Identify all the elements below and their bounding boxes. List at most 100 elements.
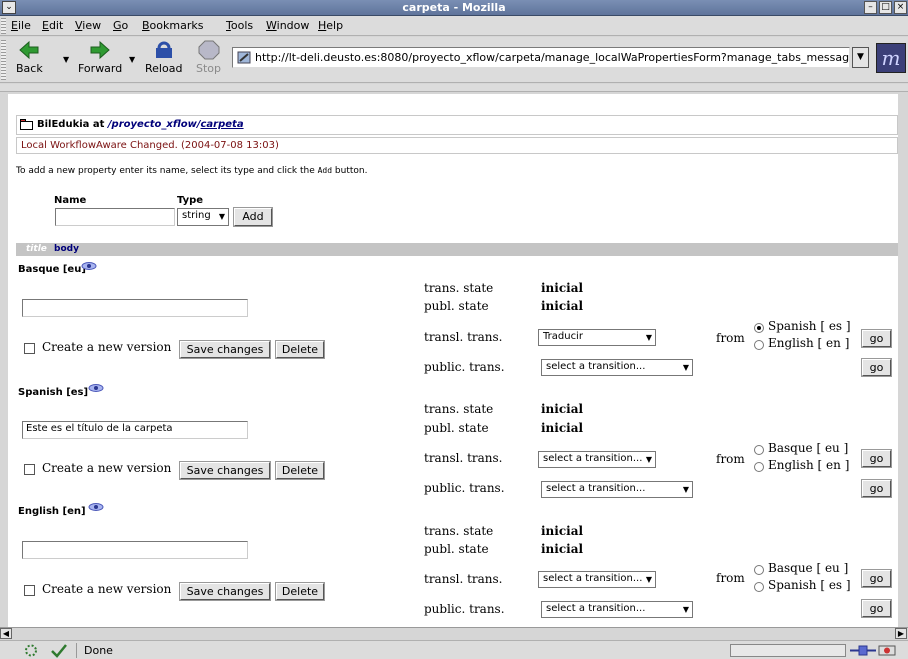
cookie-icon[interactable]	[878, 644, 896, 657]
preview-eye-icon[interactable]	[81, 261, 97, 271]
page-favicon-icon	[237, 51, 251, 64]
property-name-input[interactable]	[55, 208, 175, 226]
from-option-label-basque-2: English [ en ]	[768, 336, 850, 350]
back-button[interactable]: Back	[16, 40, 43, 75]
delete-button-english[interactable]: Delete	[275, 582, 325, 601]
public-trans-select-english[interactable]: select a transition... ▼	[541, 601, 693, 618]
reload-label: Reload	[145, 62, 183, 75]
back-arrow-icon	[19, 40, 39, 60]
status-text: Done	[84, 644, 113, 657]
public-trans-label: public. trans.	[424, 602, 505, 616]
toolbar-grip[interactable]	[1, 18, 6, 34]
publ-state-value-english: inicial	[541, 542, 584, 556]
public-trans-select-spanish[interactable]: select a transition... ▼	[541, 481, 693, 498]
stop-button[interactable]: Stop	[196, 40, 221, 75]
menu-view[interactable]: View	[75, 19, 101, 32]
from-radio-basque-1[interactable]	[754, 323, 764, 333]
security-check-icon[interactable]	[50, 643, 68, 658]
save-changes-button-spanish[interactable]: Save changes	[179, 461, 271, 480]
from-label-basque: from	[716, 331, 745, 345]
menu-window[interactable]: Window	[266, 19, 309, 32]
transl-trans-select-basque[interactable]: Traducir ▼	[538, 329, 656, 346]
menu-go[interactable]: Go	[113, 19, 128, 32]
breadcrumb-path[interactable]: /proyecto_xflow/	[108, 119, 201, 130]
title-input-basque[interactable]	[22, 299, 248, 317]
title-input-english[interactable]	[22, 541, 248, 559]
chevron-down-icon: ▼	[645, 575, 652, 584]
forward-history-dropdown[interactable]: ▼	[129, 55, 135, 64]
transl-trans-label: transl. trans.	[424, 572, 503, 586]
name-label: Name	[54, 195, 87, 206]
maximize-button[interactable]: □	[879, 1, 892, 14]
preview-eye-icon[interactable]	[88, 383, 104, 393]
menu-help[interactable]: Help	[318, 19, 343, 32]
minimize-button[interactable]: –	[864, 1, 877, 14]
vertical-scrollbar[interactable]	[898, 94, 908, 627]
public-trans-label: public. trans.	[424, 360, 505, 374]
menu-bookmarks[interactable]: Bookmarks	[142, 19, 203, 32]
public-trans-select-basque[interactable]: select a transition... ▼	[541, 359, 693, 376]
transl-trans-select-english[interactable]: select a transition... ▼	[538, 571, 656, 588]
from-radio-english-2[interactable]	[754, 582, 764, 592]
publ-state-value-basque: inicial	[541, 299, 584, 313]
progress-meter	[730, 644, 846, 657]
go-public-button-english[interactable]: go	[861, 599, 892, 618]
trans-state-label: trans. state	[424, 402, 494, 416]
from-radio-english-1[interactable]	[754, 565, 764, 575]
lang-title-english: English [en]	[18, 506, 86, 517]
menu-file[interactable]: Eile	[11, 19, 31, 32]
go-public-button-basque[interactable]: go	[861, 358, 892, 377]
delete-button-spanish[interactable]: Delete	[275, 461, 325, 480]
trans-state-label: trans. state	[424, 524, 494, 538]
from-option-label-basque-1: Spanish [ es ]	[768, 319, 851, 333]
chevron-down-icon: ▼	[682, 485, 689, 494]
save-changes-button-english[interactable]: Save changes	[179, 582, 271, 601]
go-transl-button-english[interactable]: go	[861, 569, 892, 588]
horizontal-scrollbar[interactable]: ◀ ▶	[0, 627, 908, 639]
close-button[interactable]: ×	[894, 1, 907, 14]
save-changes-button-basque[interactable]: Save changes	[179, 340, 271, 359]
create-version-checkbox-spanish[interactable]	[24, 464, 35, 475]
header-body: body	[54, 244, 79, 254]
transl-trans-select-spanish[interactable]: select a transition... ▼	[538, 451, 656, 468]
navigation-toolbar: Back ▼ Forward ▼ Reload Stop http://lt-d…	[0, 37, 908, 83]
from-option-label-english-1: Basque [ eu ]	[768, 561, 849, 575]
scroll-right-arrow-icon[interactable]: ▶	[895, 628, 907, 639]
reload-button[interactable]: Reload	[145, 40, 182, 75]
forward-button[interactable]: Forward	[78, 40, 122, 75]
menu-tools[interactable]: Tools	[226, 19, 253, 32]
go-public-button-spanish[interactable]: go	[861, 479, 892, 498]
type-label: Type	[177, 195, 204, 206]
stop-icon	[198, 40, 219, 60]
breadcrumb-link-carpeta[interactable]: carpeta	[200, 119, 243, 130]
online-status-icon[interactable]	[850, 644, 876, 657]
preview-eye-icon[interactable]	[88, 502, 104, 512]
from-radio-spanish-1[interactable]	[754, 445, 764, 455]
create-version-checkbox-english[interactable]	[24, 585, 35, 596]
component-bar-icon[interactable]	[22, 643, 40, 658]
status-separator	[76, 643, 77, 658]
from-radio-basque-2[interactable]	[754, 340, 764, 350]
scroll-left-arrow-icon[interactable]: ◀	[0, 628, 12, 639]
publ-state-value-spanish: inicial	[541, 421, 584, 435]
create-version-label-spanish: Create a new version	[42, 461, 172, 475]
go-transl-button-spanish[interactable]: go	[861, 449, 892, 468]
public-trans-label: public. trans.	[424, 481, 505, 495]
go-transl-button-basque[interactable]: go	[861, 329, 892, 348]
window-titlebar[interactable]: ⌄ carpeta - Mozilla – □ ×	[0, 0, 908, 16]
title-input-spanish[interactable]: Este es el título de la carpeta	[22, 421, 248, 439]
back-history-dropdown[interactable]: ▼	[63, 55, 69, 64]
from-radio-spanish-2[interactable]	[754, 462, 764, 472]
personal-toolbar-strip[interactable]	[0, 84, 908, 92]
delete-button-basque[interactable]: Delete	[275, 340, 325, 359]
menu-edit[interactable]: Edit	[42, 19, 63, 32]
add-property-button[interactable]: Add	[233, 207, 273, 227]
transl-trans-label: transl. trans.	[424, 330, 503, 344]
from-option-label-spanish-2: English [ en ]	[768, 458, 850, 472]
mozilla-throbber-icon[interactable]: m	[876, 43, 906, 73]
property-type-select[interactable]: string ▼	[177, 208, 229, 226]
toolbar-grip[interactable]	[1, 40, 6, 80]
create-version-checkbox-basque[interactable]	[24, 343, 35, 354]
url-bar[interactable]: http://lt-deli.deusto.es:8080/proyecto_x…	[232, 47, 850, 68]
url-history-dropdown[interactable]: ▼	[852, 47, 869, 68]
